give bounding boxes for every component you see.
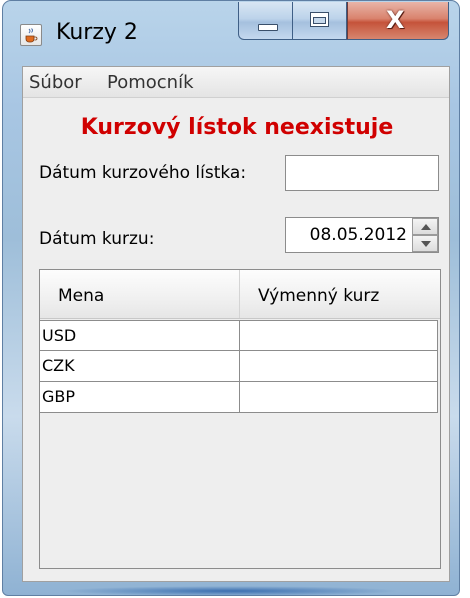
minimize-button[interactable] [238, 2, 293, 40]
close-icon: X [386, 6, 405, 34]
rate-cell[interactable] [240, 351, 438, 381]
client-area: Súbor Pomocník Kurzový lístok neexistuje… [22, 66, 450, 582]
rate-cell[interactable] [240, 321, 438, 351]
spinner-up-arrow-icon[interactable] [412, 218, 438, 235]
status-message: Kurzový lístok neexistuje [80, 115, 394, 140]
column-header-mena[interactable]: Mena [40, 270, 240, 318]
currency-cell[interactable]: CZK [40, 351, 240, 381]
menu-subor[interactable]: Súbor [29, 72, 82, 93]
minimize-icon [258, 24, 278, 31]
rate-date-label: Dátum kurzu: [39, 229, 155, 249]
menu-pomocnik[interactable]: Pomocník [107, 72, 194, 93]
rate-date-value[interactable]: 08.05.2012 [286, 218, 411, 252]
table-row[interactable]: USD [40, 320, 438, 351]
table-row[interactable]: GBP [40, 382, 438, 413]
rates-table[interactable]: Mena Výmenný kurz USD CZK GBP [39, 269, 441, 569]
rate-date-spinner[interactable]: 08.05.2012 [285, 217, 439, 253]
exchange-list-date-field[interactable] [285, 155, 439, 191]
maximize-button[interactable] [293, 2, 347, 40]
java-cup-icon[interactable] [20, 24, 42, 46]
currency-cell[interactable]: GBP [40, 382, 240, 412]
window-title: Kurzy 2 [56, 20, 138, 45]
exchange-list-date-label: Dátum kurzového lístka: [39, 163, 247, 183]
table-row[interactable]: CZK [40, 351, 438, 382]
spinner-down-arrow-icon[interactable] [412, 235, 438, 252]
menubar: Súbor Pomocník [23, 67, 449, 98]
table-right-border [437, 320, 438, 413]
close-button[interactable]: X [347, 2, 449, 40]
column-header-vymenny-kurz[interactable]: Výmenný kurz [240, 270, 440, 318]
table-header: Mena Výmenný kurz [40, 270, 440, 319]
maximize-icon [310, 12, 329, 27]
currency-cell[interactable]: USD [40, 321, 240, 351]
rate-cell[interactable] [240, 382, 438, 412]
taskbar-glow [60, 586, 400, 596]
